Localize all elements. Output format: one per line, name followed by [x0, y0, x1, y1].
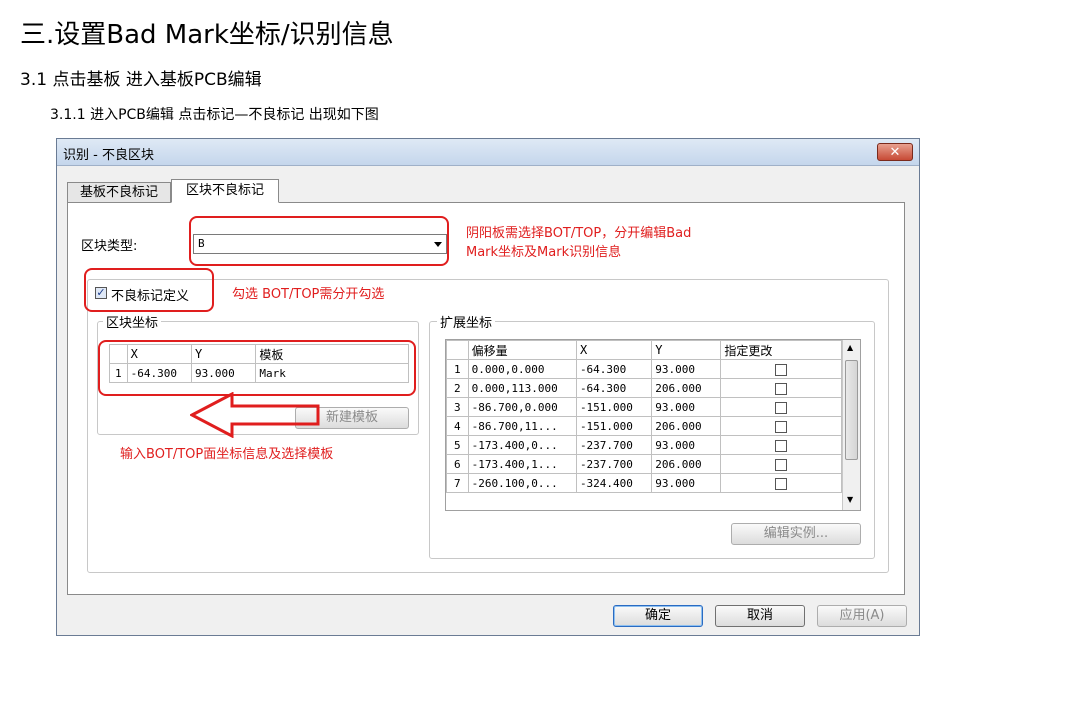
table-row[interactable]: 7 -260.100,0... -324.400 93.000	[446, 473, 842, 493]
cell-y[interactable]: 93.000	[651, 435, 722, 455]
row-number: 3	[446, 397, 469, 417]
row-number: 7	[446, 473, 469, 493]
scroll-down-icon[interactable]: ▼	[847, 496, 853, 504]
ok-button[interactable]: 确定	[613, 605, 703, 627]
table-row[interactable]: 6 -173.400,1... -237.700 206.000	[446, 454, 842, 474]
ext-coords-table-frame: 偏移量 X Y 指定更改 1 0.000,0.000 -64.300 93.00…	[445, 339, 861, 511]
cell-y[interactable]: 206.000	[651, 454, 722, 474]
cell-x[interactable]: -324.400	[575, 473, 653, 493]
scroll-thumb[interactable]	[845, 360, 858, 460]
cell-specify-change	[720, 416, 842, 436]
block-coords-title: 区块坐标	[103, 312, 162, 331]
ext-coords-title: 扩展坐标	[437, 312, 496, 331]
row-number: 1	[446, 359, 469, 379]
table-row[interactable]: 3 -86.700,0.000 -151.000 93.000	[446, 397, 842, 417]
cell-specify-change	[720, 378, 842, 398]
cell-offset[interactable]: -260.100,0...	[467, 473, 577, 493]
cell-x[interactable]: -237.700	[575, 435, 653, 455]
specify-change-checkbox[interactable]	[775, 401, 788, 414]
cell-specify-change	[720, 397, 842, 417]
edit-instance-button[interactable]: 编辑实例...	[731, 523, 861, 545]
ext-coords-table: 偏移量 X Y 指定更改 1 0.000,0.000 -64.300 93.00…	[446, 340, 842, 493]
table-row[interactable]: 1 0.000,0.000 -64.300 93.000	[446, 359, 842, 379]
heading-level3: 3.1.1 进入PCB编辑 点击标记—不良标记 出现如下图	[50, 107, 379, 123]
annotation-note-2: 勾选 BOT/TOP需分开勾选	[232, 287, 385, 302]
cell-x[interactable]: -151.000	[575, 416, 653, 436]
cell-specify-change	[720, 454, 842, 474]
row-number: 2	[446, 378, 469, 398]
col-specify-change: 指定更改	[720, 340, 842, 360]
cancel-button[interactable]: 取消	[715, 605, 805, 627]
close-button[interactable]: ✕	[877, 143, 913, 161]
annotation-note-1b: Mark坐标及Mark识别信息	[466, 245, 622, 260]
cell-offset[interactable]: -86.700,11...	[467, 416, 577, 436]
specify-change-checkbox[interactable]	[775, 363, 788, 376]
table-row[interactable]: 2 0.000,113.000 -64.300 206.000	[446, 378, 842, 398]
tab-board-bad-mark[interactable]: 基板不良标记	[67, 182, 171, 203]
cell-y[interactable]: 206.000	[651, 416, 722, 436]
specify-change-checkbox[interactable]	[775, 458, 788, 471]
row-number: 4	[446, 416, 469, 436]
row-number: 6	[446, 454, 469, 474]
specify-change-checkbox[interactable]	[775, 420, 788, 433]
specify-change-checkbox[interactable]	[775, 439, 788, 452]
cell-offset[interactable]: -173.400,0...	[467, 435, 577, 455]
row-number: 5	[446, 435, 469, 455]
col-offset: 偏移量	[467, 340, 577, 360]
specify-change-checkbox[interactable]	[775, 477, 788, 490]
cell-specify-change	[720, 359, 842, 379]
cell-x[interactable]: -237.700	[575, 454, 653, 474]
cell-y[interactable]: 93.000	[651, 473, 722, 493]
dialog-title: 识别 - 不良区块	[63, 148, 154, 163]
cell-x[interactable]: -151.000	[575, 397, 653, 417]
cell-y[interactable]: 93.000	[651, 397, 722, 417]
ext-coords-scrollbar[interactable]: ▲ ▼	[842, 340, 860, 510]
specify-change-checkbox[interactable]	[775, 382, 788, 395]
cell-y[interactable]: 206.000	[651, 378, 722, 398]
table-header-row: 偏移量 X Y 指定更改	[446, 340, 842, 360]
cell-offset[interactable]: 0.000,113.000	[467, 378, 577, 398]
annotation-note-3: 输入BOT/TOP面坐标信息及选择模板	[120, 447, 334, 462]
cell-offset[interactable]: 0.000,0.000	[467, 359, 577, 379]
table-row[interactable]: 4 -86.700,11... -151.000 206.000	[446, 416, 842, 436]
cell-y[interactable]: 93.000	[651, 359, 722, 379]
tab-block-bad-mark[interactable]: 区块不良标记	[171, 179, 279, 203]
annotation-note-1a: 阴阳板需选择BOT/TOP，分开编辑Bad	[466, 226, 692, 241]
heading-level1: 三.设置Bad Mark坐标/识别信息	[20, 20, 394, 50]
annotation-arrow-icon	[190, 392, 320, 438]
cell-specify-change	[720, 473, 842, 493]
block-type-label: 区块类型:	[81, 239, 138, 254]
cell-offset[interactable]: -86.700,0.000	[467, 397, 577, 417]
cell-x[interactable]: -64.300	[575, 378, 653, 398]
scroll-up-icon[interactable]: ▲	[847, 344, 853, 352]
col-x: X	[575, 340, 653, 360]
col-y: Y	[651, 340, 722, 360]
dialog-titlebar: 识别 - 不良区块 ✕	[57, 139, 919, 166]
annotation-box-block-type	[189, 216, 449, 266]
table-row[interactable]: 5 -173.400,0... -237.700 93.000	[446, 435, 842, 455]
cell-x[interactable]: -64.300	[575, 359, 653, 379]
apply-button[interactable]: 应用(A)	[817, 605, 907, 627]
annotation-box-checkbox	[84, 268, 214, 312]
cell-specify-change	[720, 435, 842, 455]
annotation-box-block-coords	[98, 340, 416, 396]
cell-offset[interactable]: -173.400,1...	[467, 454, 577, 474]
heading-level2: 3.1 点击基板 进入基板PCB编辑	[20, 70, 262, 90]
